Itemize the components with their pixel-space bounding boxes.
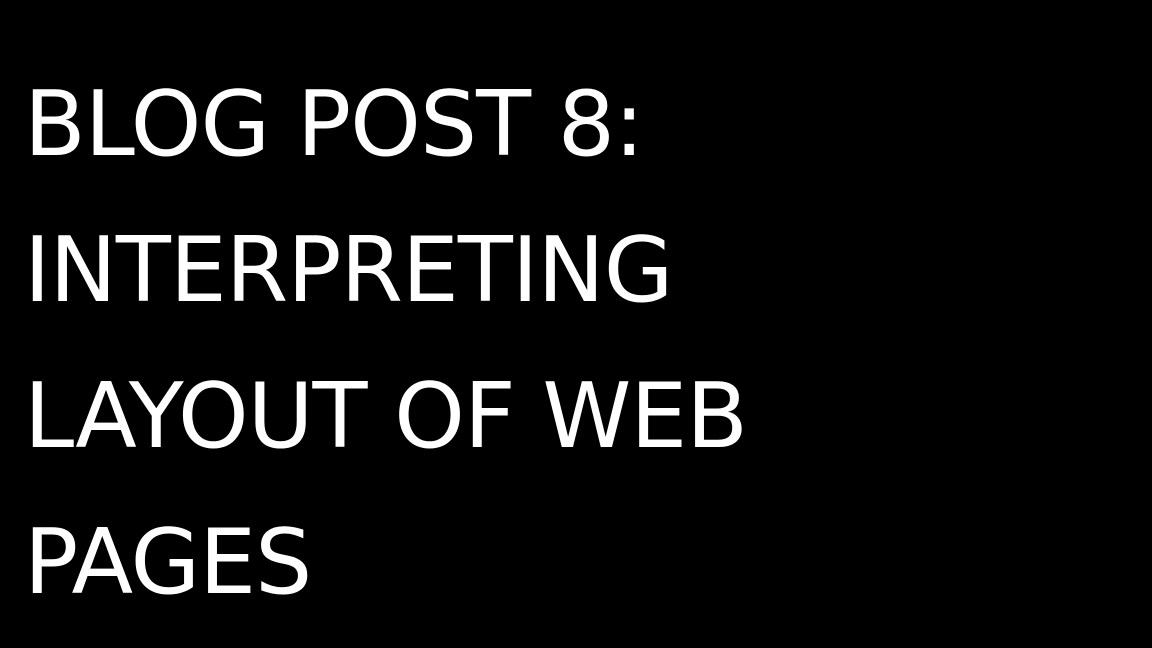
slide-title: BLOG POST 8: INTERPRETING LAYOUT OF WEB …: [24, 52, 748, 636]
title-line-2: INTERPRETING: [24, 218, 673, 323]
title-line-4: PAGES: [24, 510, 312, 615]
title-slide: BLOG POST 8: INTERPRETING LAYOUT OF WEB …: [0, 0, 1152, 648]
title-line-3: LAYOUT OF WEB: [24, 364, 748, 469]
title-line-1: BLOG POST 8:: [24, 72, 644, 177]
